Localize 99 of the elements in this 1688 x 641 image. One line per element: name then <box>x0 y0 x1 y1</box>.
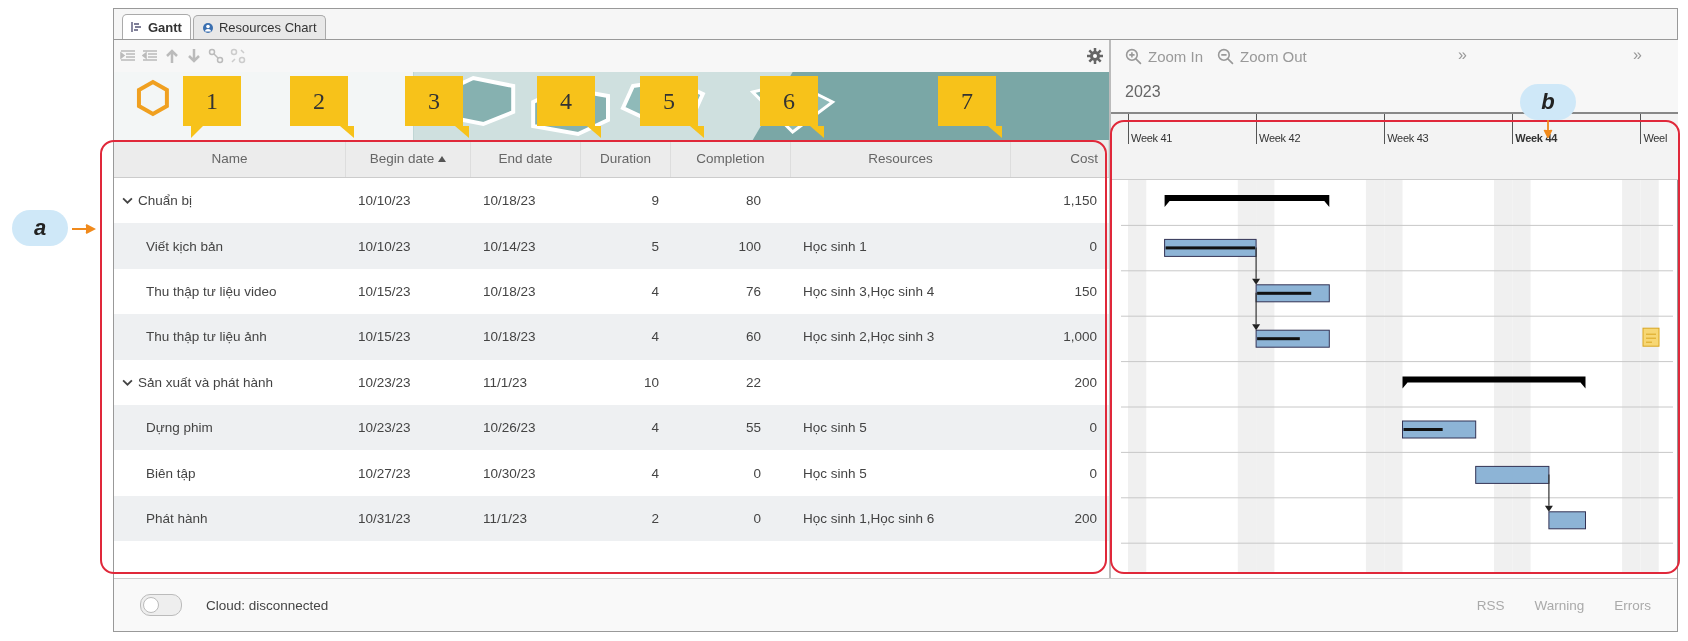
resources-cell: Học sinh 3,Học sinh 4 <box>803 283 935 299</box>
column-header[interactable]: Begin date <box>346 140 471 177</box>
people-icon <box>201 21 214 34</box>
week-label: Week 43 <box>1387 132 1429 144</box>
completion-cell: 60 <box>745 329 761 345</box>
completion-cell: 80 <box>745 193 761 209</box>
duration-cell: 10 <box>643 374 659 390</box>
date-cell: 10/15/23 <box>358 329 411 345</box>
date-cell: 10/30/23 <box>483 465 536 481</box>
date-cell: 10/18/23 <box>483 283 536 299</box>
cost-cell: 200 <box>1074 374 1097 390</box>
task-bar[interactable] <box>1164 238 1257 257</box>
completion-cell: 0 <box>753 465 761 481</box>
week-label: Week 42 <box>1259 132 1301 144</box>
task-bar[interactable] <box>1255 284 1330 303</box>
duration-cell: 4 <box>651 465 659 481</box>
task-name: Biên tập <box>146 465 196 481</box>
date-cell: 10/18/23 <box>483 329 536 345</box>
resources-cell: Học sinh 1 <box>803 238 867 254</box>
column-header[interactable]: Duration <box>581 140 671 177</box>
more-button[interactable]: » <box>1458 46 1467 64</box>
duration-cell: 4 <box>651 283 659 299</box>
task-name: Thu thập tư liệu ảnh <box>146 329 267 345</box>
date-cell: 11/1/23 <box>483 510 528 526</box>
task-name: Viết kịch bản <box>146 238 224 254</box>
column-header[interactable]: Resources <box>791 140 1011 177</box>
callout-number: 6 <box>760 76 824 138</box>
date-cell: 10/27/23 <box>358 465 411 481</box>
date-cell: 10/14/23 <box>483 238 536 254</box>
callout-number: 7 <box>938 76 1002 138</box>
annotation-label: a <box>12 210 68 246</box>
resources-cell: Học sinh 1,Học sinh 6 <box>803 510 935 526</box>
task-name: Sản xuất và phát hành <box>138 374 274 390</box>
zoom-out-button[interactable]: Zoom Out <box>1217 47 1307 65</box>
cost-cell: 0 <box>1089 465 1097 481</box>
column-header[interactable]: Completion <box>671 140 791 177</box>
column-header[interactable]: End date <box>471 140 581 177</box>
task-name: Phát hành <box>146 510 208 526</box>
task-bar[interactable] <box>1548 511 1586 530</box>
zoom-in-button[interactable]: Zoom In <box>1125 47 1204 65</box>
cloud-toggle[interactable] <box>140 594 182 616</box>
tab[interactable]: Resources Chart <box>192 15 326 39</box>
completion-cell: 76 <box>745 283 761 299</box>
task-name: Dựng phim <box>146 420 213 436</box>
dependency-arrow <box>1252 246 1261 285</box>
completion-cell: 0 <box>753 510 761 526</box>
annotation-arrow <box>72 224 96 234</box>
cloud-status: Cloud: disconnected <box>206 597 329 613</box>
summary-bar[interactable] <box>1164 195 1330 207</box>
task-name: Thu thập tư liệu video <box>146 283 277 299</box>
completion-cell: 100 <box>738 238 761 254</box>
duration-cell: 4 <box>651 329 659 345</box>
year-label: 2023 <box>1125 83 1161 101</box>
zoom-in-icon <box>1125 47 1142 65</box>
summary-bar[interactable] <box>1402 376 1586 389</box>
resources-cell: Học sinh 5 <box>803 465 867 481</box>
column-header[interactable]: Name <box>114 140 346 177</box>
week-label: Weel <box>1643 132 1668 144</box>
callout-number: 2 <box>290 76 354 138</box>
dependency-arrow <box>1544 473 1553 512</box>
zoom-out-icon <box>1217 47 1235 65</box>
date-cell: 10/10/23 <box>358 193 411 209</box>
cost-cell: 0 <box>1089 420 1097 436</box>
date-cell: 10/26/23 <box>483 420 536 436</box>
cost-cell: 1,000 <box>1063 329 1097 345</box>
cost-cell: 1,150 <box>1063 193 1097 209</box>
date-cell: 10/15/23 <box>358 283 411 299</box>
gantt-icon <box>131 21 143 33</box>
date-cell: 10/18/23 <box>483 193 536 209</box>
task-bar[interactable] <box>1255 329 1330 348</box>
task-name: Chuẩn bị <box>138 193 193 209</box>
duration-cell: 5 <box>651 238 659 254</box>
resources-cell: Học sinh 2,Học sinh 3 <box>803 329 935 345</box>
date-cell: 10/10/23 <box>358 238 411 254</box>
week-label: Week 41 <box>1131 132 1173 144</box>
column-header[interactable]: Cost <box>1011 140 1109 177</box>
date-cell: 10/23/23 <box>358 374 411 390</box>
settings-icon[interactable] <box>1087 48 1103 64</box>
callout-number: 3 <box>405 76 469 138</box>
completion-cell: 22 <box>745 374 761 390</box>
cost-cell: 150 <box>1074 283 1097 299</box>
task-bar[interactable] <box>1475 465 1550 484</box>
date-cell: 11/1/23 <box>483 374 528 390</box>
tab[interactable]: Gantt <box>122 14 191 39</box>
date-cell: 10/31/23 <box>358 510 411 526</box>
callout-number: 4 <box>537 76 601 138</box>
task-bar[interactable] <box>1402 420 1477 439</box>
cost-cell: 0 <box>1089 238 1097 254</box>
chevron-down-icon[interactable] <box>122 195 133 207</box>
duration-cell: 9 <box>651 193 659 209</box>
duration-cell: 4 <box>651 420 659 436</box>
completion-cell: 55 <box>745 420 761 436</box>
cost-cell: 200 <box>1074 510 1097 526</box>
date-cell: 10/23/23 <box>358 420 411 436</box>
resources-cell: Học sinh 5 <box>803 420 867 436</box>
callout-number: 5 <box>640 76 704 138</box>
duration-cell: 2 <box>651 510 659 526</box>
dependency-arrow <box>1252 292 1261 331</box>
more-button[interactable]: » <box>1633 46 1642 64</box>
